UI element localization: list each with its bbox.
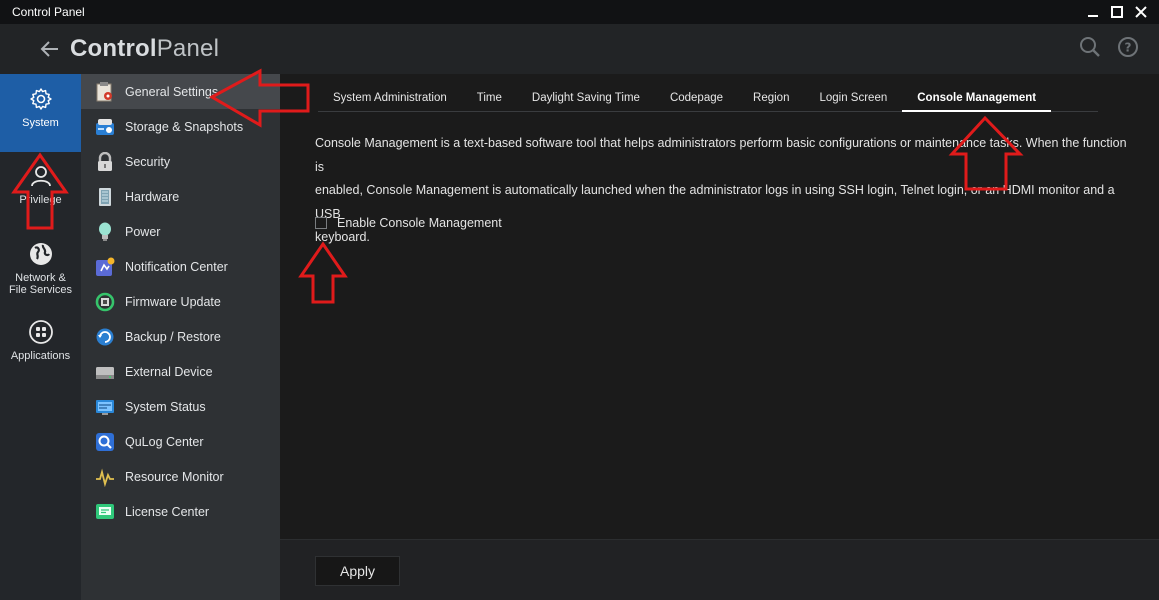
rail-item-label-line1: Network & xyxy=(15,272,66,284)
page-title-light: Panel xyxy=(156,35,220,62)
submenu-item-power[interactable]: Power xyxy=(81,214,280,249)
rail-item-privilege[interactable]: Privilege xyxy=(0,164,81,214)
submenu-item-label: Resource Monitor xyxy=(125,469,224,484)
help-icon: ? xyxy=(1118,37,1138,57)
svg-text:?: ? xyxy=(1125,41,1132,55)
rail-item-label: Applications xyxy=(10,350,71,362)
submenu-item-security[interactable]: Security xyxy=(81,144,280,179)
storage-icon xyxy=(95,117,115,137)
search-icon xyxy=(1080,37,1100,57)
general-settings-icon xyxy=(95,81,115,102)
license-icon xyxy=(95,502,115,522)
notification-icon xyxy=(95,257,115,277)
tab-daylight-saving-time[interactable]: Daylight Saving Time xyxy=(517,86,655,112)
rail-item-label: Privilege xyxy=(19,194,62,206)
description-line: Console Management is a text-based softw… xyxy=(315,136,1127,174)
submenu-item-label: External Device xyxy=(125,364,213,379)
close-button[interactable] xyxy=(1129,0,1153,24)
help-button[interactable]: ? xyxy=(1115,34,1141,60)
window-title: Control Panel xyxy=(12,5,85,19)
tab-login-screen[interactable]: Login Screen xyxy=(804,86,902,112)
submenu-item-resource-monitor[interactable]: Resource Monitor xyxy=(81,459,280,494)
settings-submenu: General Settings Storage & Snapshots Sec… xyxy=(81,74,280,600)
submenu-item-system-status[interactable]: System Status xyxy=(81,389,280,424)
submenu-item-general-settings[interactable]: General Settings xyxy=(81,74,280,109)
submenu-item-qulog-center[interactable]: QuLog Center xyxy=(81,424,280,459)
submenu-item-label: License Center xyxy=(125,504,210,519)
page-title-bold: Control xyxy=(70,35,157,62)
submenu-item-storage-snapshots[interactable]: Storage & Snapshots xyxy=(81,109,280,144)
user-icon xyxy=(30,166,51,187)
gear-icon xyxy=(29,88,52,110)
system-status-icon xyxy=(95,397,115,417)
console-description: Console Management is a text-based softw… xyxy=(315,132,1135,250)
submenu-item-notification-center[interactable]: Notification Center xyxy=(81,249,280,284)
window-title-bar: Control Panel xyxy=(0,0,1159,24)
arrow-left-icon xyxy=(40,41,58,57)
submenu-item-label: Notification Center xyxy=(125,259,228,274)
submenu-item-hardware[interactable]: Hardware xyxy=(81,179,280,214)
apps-grid-icon xyxy=(28,320,53,344)
rail-item-label: System xyxy=(22,117,59,129)
category-rail: System Privilege Network & File Services… xyxy=(0,74,81,600)
submenu-item-label: System Status xyxy=(125,399,206,414)
apply-button[interactable]: Apply xyxy=(315,556,400,586)
lock-icon xyxy=(95,151,115,172)
firmware-icon xyxy=(95,292,115,312)
submenu-item-firmware-update[interactable]: Firmware Update xyxy=(81,284,280,319)
bulb-icon xyxy=(95,222,115,242)
submenu-item-label: General Settings xyxy=(125,84,219,99)
minimize-icon xyxy=(1088,15,1098,17)
maximize-icon xyxy=(1111,6,1123,18)
app-header: ControlPanel ? xyxy=(0,24,1159,74)
submenu-item-label: Security xyxy=(125,154,171,169)
rail-item-label-line2: File Services xyxy=(9,284,72,296)
enable-console-checkbox[interactable] xyxy=(315,217,327,229)
rail-item-applications[interactable]: Applications xyxy=(0,320,81,370)
qulog-icon xyxy=(95,432,115,452)
header-actions: ? xyxy=(1077,34,1141,60)
submenu-item-label: Power xyxy=(125,224,161,239)
enable-console-row: Enable Console Management xyxy=(315,216,502,230)
minimize-button[interactable] xyxy=(1081,0,1105,24)
page-title: ControlPanel xyxy=(70,35,219,63)
submenu-item-label: Firmware Update xyxy=(125,294,221,309)
submenu-item-label: Hardware xyxy=(125,189,180,204)
tab-codepage[interactable]: Codepage xyxy=(655,86,738,112)
tab-region[interactable]: Region xyxy=(738,86,804,112)
submenu-item-external-device[interactable]: External Device xyxy=(81,354,280,389)
backup-icon xyxy=(95,327,115,347)
hardware-icon xyxy=(95,187,115,207)
main-content: System Administration Time Daylight Savi… xyxy=(280,74,1159,600)
back-button[interactable] xyxy=(30,29,70,69)
external-device-icon xyxy=(95,362,115,382)
action-footer: Apply xyxy=(280,539,1159,600)
tab-time[interactable]: Time xyxy=(462,86,517,112)
window-controls xyxy=(1081,0,1153,24)
tab-console-management[interactable]: Console Management xyxy=(902,86,1052,112)
submenu-item-backup-restore[interactable]: Backup / Restore xyxy=(81,319,280,354)
rail-item-network-file-services[interactable]: Network & File Services xyxy=(0,242,81,302)
settings-tabs: System Administration Time Daylight Savi… xyxy=(318,86,1098,112)
submenu-item-label: Storage & Snapshots xyxy=(125,119,244,134)
submenu-item-label: QuLog Center xyxy=(125,434,204,449)
tab-system-administration[interactable]: System Administration xyxy=(318,86,462,112)
close-icon xyxy=(1135,6,1147,18)
resource-monitor-icon xyxy=(95,467,115,487)
submenu-item-label: Backup / Restore xyxy=(125,329,221,344)
rail-item-system[interactable]: System xyxy=(0,74,81,152)
submenu-item-license-center[interactable]: License Center xyxy=(81,494,280,529)
search-button[interactable] xyxy=(1077,34,1103,60)
globe-icon xyxy=(29,243,52,265)
enable-console-label: Enable Console Management xyxy=(337,216,502,230)
maximize-button[interactable] xyxy=(1105,0,1129,24)
